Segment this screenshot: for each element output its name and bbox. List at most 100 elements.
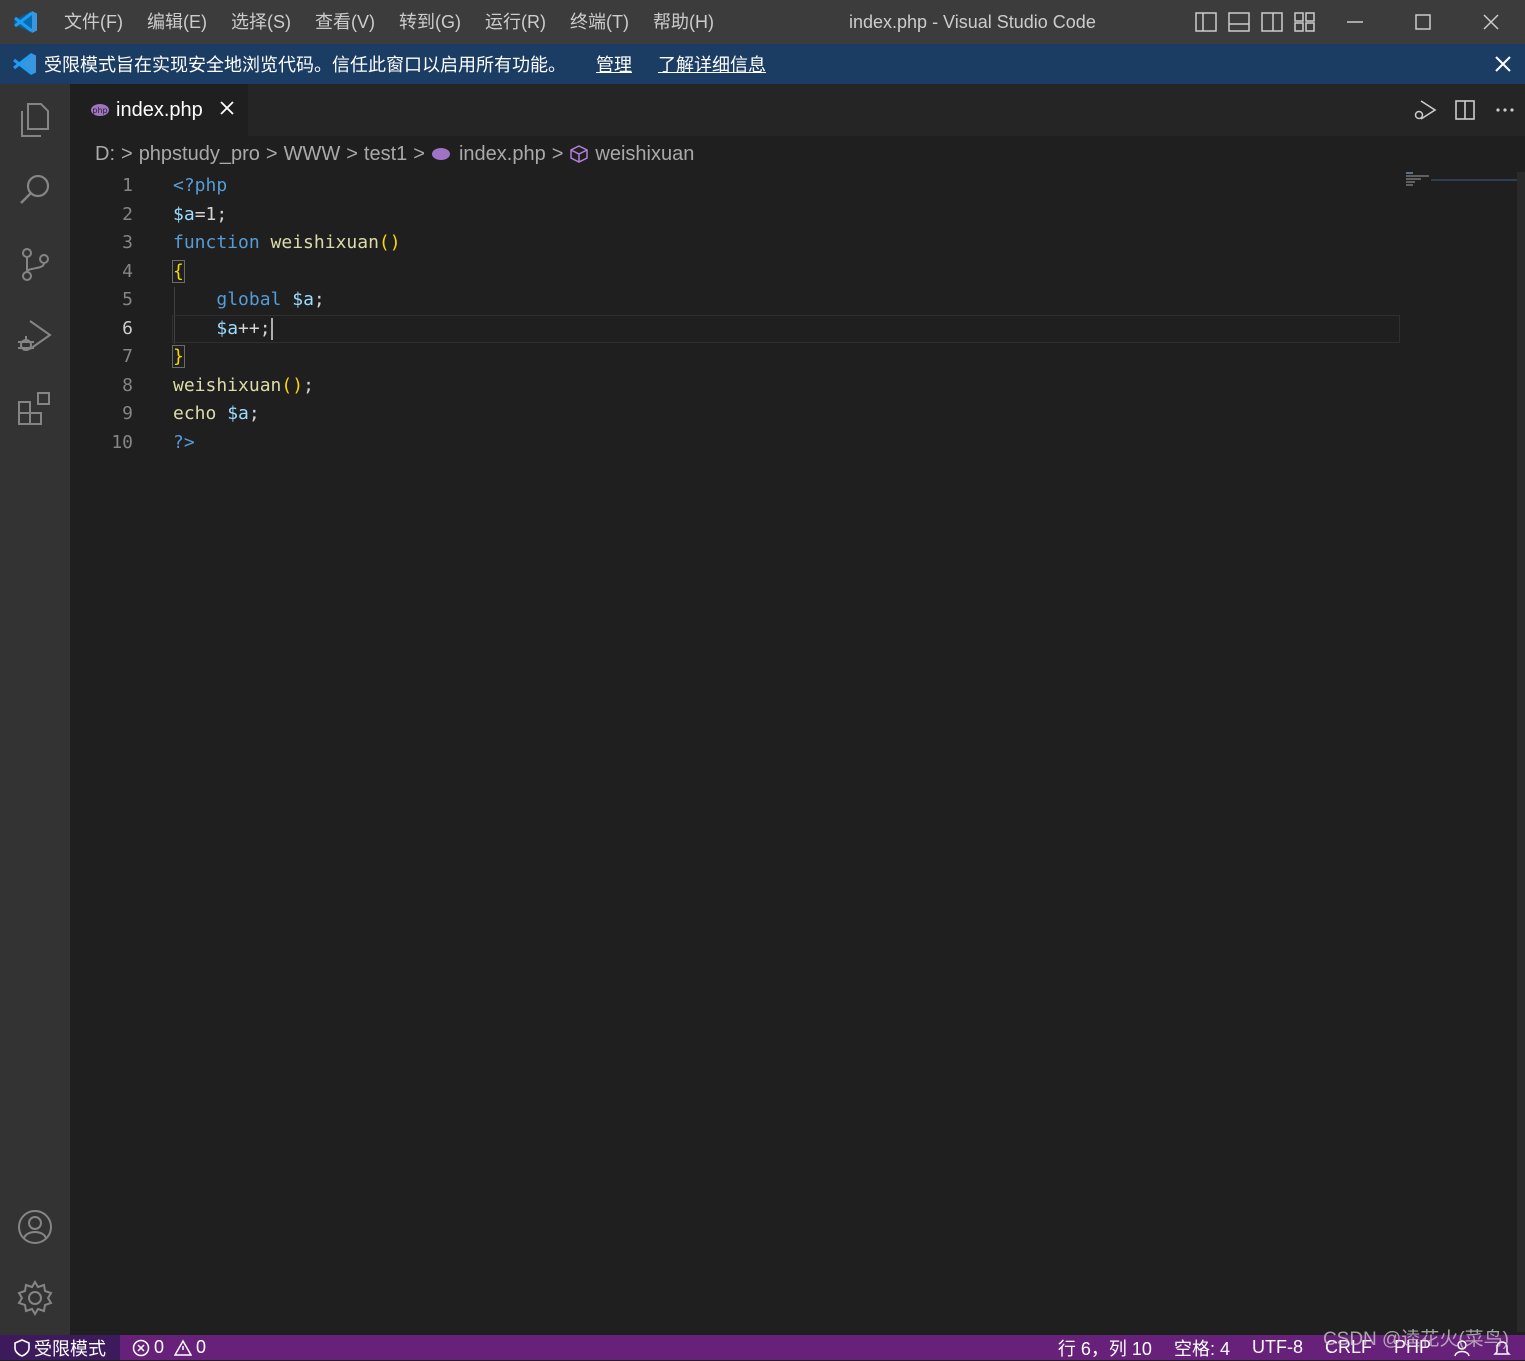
vscode-logo-icon [0,0,52,44]
breadcrumb-phpstudy[interactable]: phpstudy_pro [139,143,260,166]
breadcrumb-symbol[interactable]: weishixuan [595,143,694,166]
warning-icon [174,1338,193,1357]
split-editor-icon[interactable] [1445,84,1485,136]
code-text: ?> [173,431,195,453]
cursor-position[interactable]: 行 6，列 10 [1058,1335,1152,1361]
breadcrumb-test1[interactable]: test1 [364,143,407,166]
status-bar: 受限模式 0 0 行 6，列 10 空格: 4 UTF-8 CRLF PHP [0,1335,1525,1360]
menu-run[interactable]: 运行(R) [473,0,558,44]
code-line: 10 ?> [70,429,1400,458]
tab-index-php[interactable]: php index.php [70,84,248,136]
error-count: 0 [154,1337,165,1357]
line-number: 2 [122,203,133,225]
code-text: global $a; [216,289,325,310]
vertical-scrollbar[interactable] [1517,172,1525,1332]
menu-view[interactable]: 查看(V) [303,0,387,44]
restricted-mode-label: 受限模式 [34,1338,106,1359]
shield-icon [14,1338,30,1357]
code-line: 5 global $a; [70,286,1400,344]
line-number: 9 [122,403,133,424]
php-file-icon: php [90,103,110,117]
code-text: { [172,259,185,283]
function-symbol-icon [569,144,589,164]
code-editor[interactable]: 1 <?php 2 $a=1; 3 function weishixuan() 4{ … [70,172,1400,457]
restricted-mode-banner: 受限模式旨在实现安全地浏览代码。信任此窗口以启用所有功能。 管理 了解详细信息 [0,44,1525,84]
line-number: 3 [122,232,133,253]
encoding[interactable]: UTF-8 [1252,1337,1303,1358]
search-icon[interactable] [0,160,70,220]
code-line: 1 <?php [70,172,1400,201]
indentation[interactable]: 空格: 4 [1174,1335,1230,1361]
line-number: 7 [122,346,133,367]
run-php-icon[interactable] [1405,84,1445,136]
manage-gear-icon[interactable] [0,1268,70,1328]
code-text: $a=1; [173,203,228,225]
more-actions-icon[interactable] [1485,84,1525,136]
editor-actions [1405,84,1525,136]
tab-bar: php index.php [70,84,1525,136]
editor-area: php index.php D: > phpstudy_pro > WWW > … [70,84,1525,1335]
error-icon [132,1339,150,1357]
accounts-icon[interactable] [0,1197,70,1257]
vscode-banner-icon [12,51,38,77]
chevron-right-icon: > [551,142,564,165]
run-debug-icon[interactable] [0,306,70,366]
code-text: <?php [173,175,228,196]
banner-message: 受限模式旨在实现安全地浏览代码。信任此窗口以启用所有功能。 [44,55,566,75]
menu-selection[interactable]: 选择(S) [219,0,303,44]
problems-indicator[interactable]: 0 0 [132,1337,206,1358]
code-text: weishixuan(); [173,374,314,396]
toggle-primary-sidebar-icon[interactable] [1189,0,1222,44]
code-line: 7} [70,343,1400,372]
chevron-right-icon: > [121,142,133,165]
text-cursor [270,317,273,340]
source-control-icon[interactable] [0,234,70,294]
customize-layout-icon[interactable] [1288,0,1321,44]
svg-text:php: php [92,106,107,115]
maximize-icon[interactable] [1389,0,1457,44]
menu-terminal[interactable]: 终端(T) [558,0,641,44]
close-window-icon[interactable] [1457,0,1525,44]
breadcrumb-www[interactable]: WWW [284,143,341,166]
breadcrumb-drive[interactable]: D: [95,143,115,166]
line-number: 1 [122,175,133,196]
menu-help[interactable]: 帮助(H) [641,0,726,44]
code-text: } [172,345,185,368]
window-controls [1189,0,1525,44]
chevron-right-icon: > [413,142,425,165]
toggle-secondary-sidebar-icon[interactable] [1255,0,1288,44]
extensions-icon[interactable] [0,378,70,438]
title-bar: 文件(F) 编辑(E) 选择(S) 查看(V) 转到(G) 运行(R) 终端(T… [0,0,1525,44]
restricted-mode-indicator[interactable]: 受限模式 [0,1335,120,1360]
line-number: 10 [111,431,133,453]
line-number: 5 [122,289,133,310]
chevron-right-icon: > [265,142,278,165]
toggle-panel-icon[interactable] [1222,0,1255,44]
code-text: function weishixuan() [173,232,401,253]
close-banner-icon[interactable] [1491,52,1515,76]
tab-label: index.php [116,98,203,121]
code-text: $a++; [216,317,273,340]
learn-more-link[interactable]: 了解详细信息 [658,51,766,77]
breadcrumb-file[interactable]: index.php [459,143,546,166]
code-line: 3 function weishixuan() [70,229,1400,258]
status-bar-left: 受限模式 0 0 [0,1335,206,1360]
chevron-right-icon: > [346,142,358,165]
current-line-highlight [172,314,1400,343]
code-line: 2 $a=1; [70,201,1400,230]
minimap[interactable] [1405,170,1525,190]
watermark: CSDN @逵花火(菜鸟) [1322,1329,1509,1350]
activity-bar [0,84,70,1335]
code-text: echo $a; [173,403,260,424]
close-tab-icon[interactable] [219,100,235,121]
line-number: 4 [122,260,133,282]
manage-link[interactable]: 管理 [596,51,632,77]
menu-go[interactable]: 转到(G) [387,0,473,44]
minimize-icon[interactable] [1321,0,1389,44]
explorer-icon[interactable] [0,90,70,150]
menu-edit[interactable]: 编辑(E) [135,0,219,44]
warning-count: 0 [196,1337,207,1357]
code-line-active: 6 $a++; [70,314,1400,344]
menu-bar: 文件(F) 编辑(E) 选择(S) 查看(V) 转到(G) 运行(R) 终端(T… [52,0,726,44]
menu-file[interactable]: 文件(F) [52,0,135,44]
